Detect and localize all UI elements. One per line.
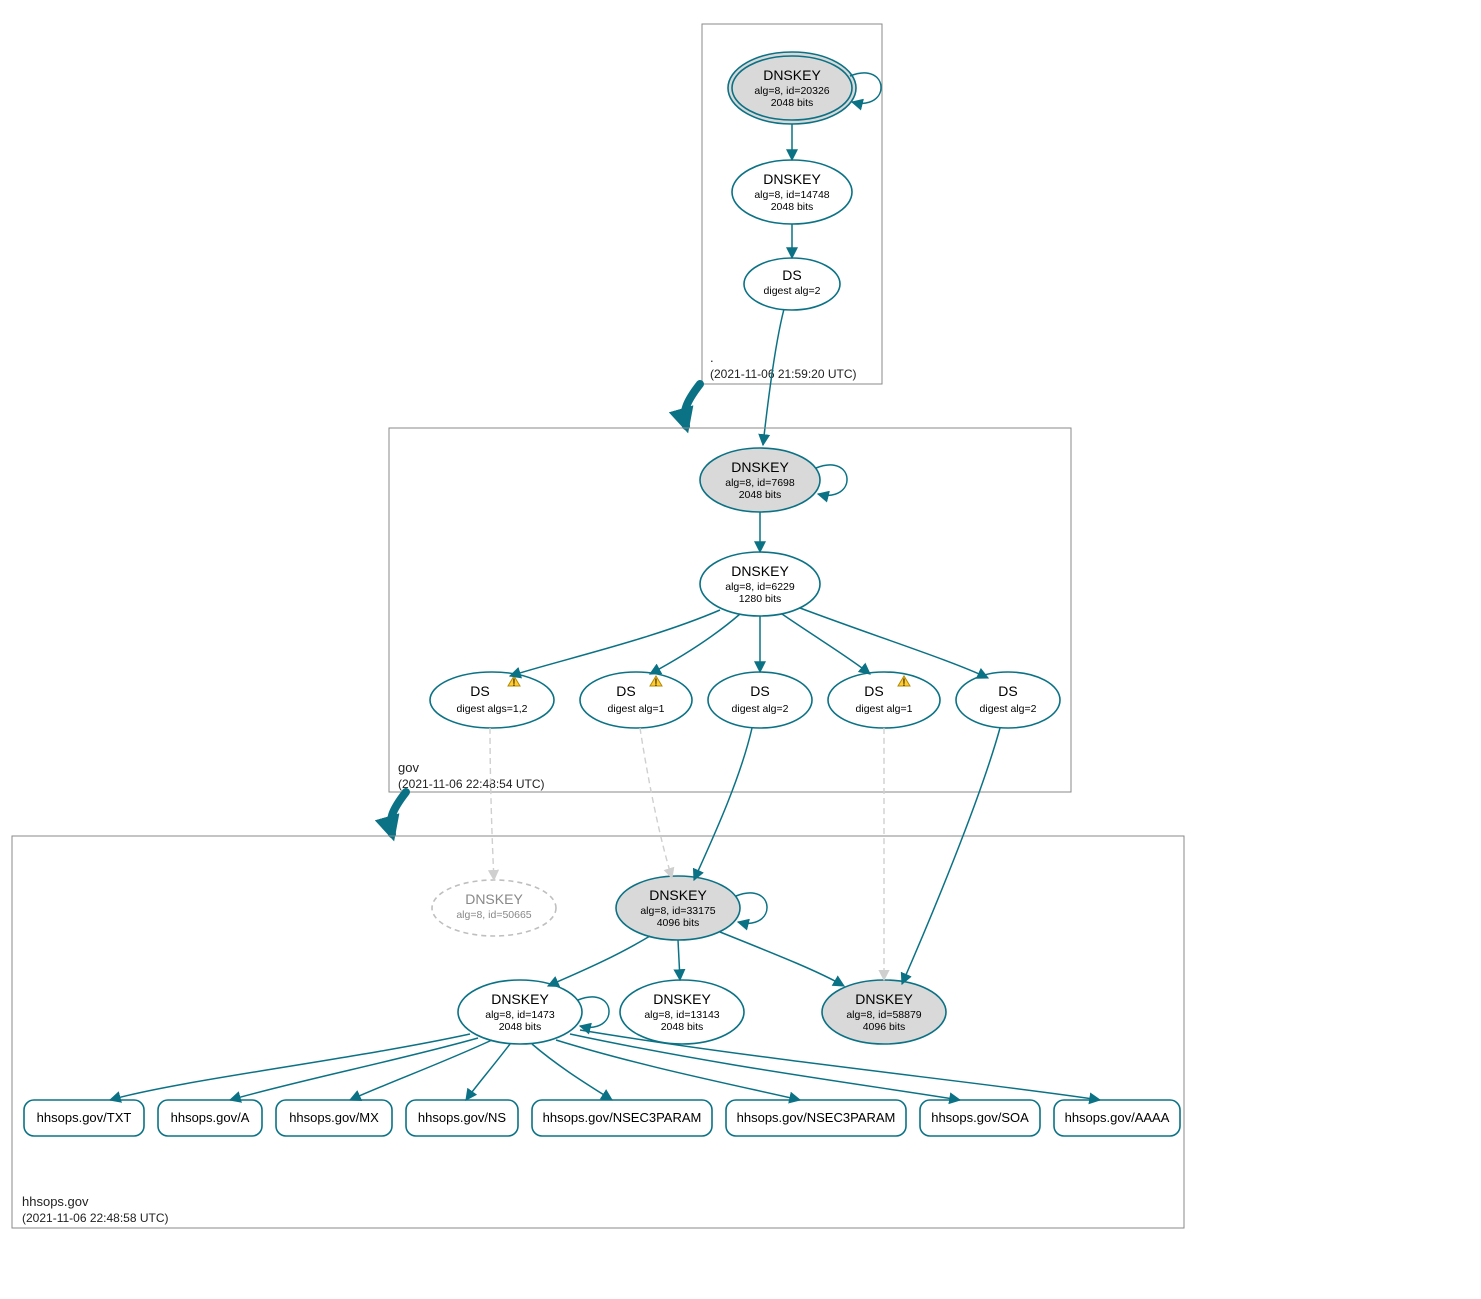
svg-text:DS: DS [998, 683, 1017, 699]
edge-ds2-hhksk [640, 728, 672, 878]
svg-text:alg=8, id=33175: alg=8, id=33175 [640, 905, 715, 917]
dnssec-diagram: . (2021-11-06 21:59:20 UTC) DNSKEY alg=8… [0, 0, 1481, 1299]
node-gov-ksk: DNSKEY alg=8, id=7698 2048 bits [700, 448, 820, 512]
svg-text:DS: DS [782, 267, 801, 283]
node-root-ds: DS digest alg=2 [744, 258, 840, 310]
rr-hhsops-ns: hhsops.gov/NS [406, 1100, 518, 1136]
svg-text:DNSKEY: DNSKEY [491, 991, 549, 1007]
node-gov-ds3: DS digest alg=2 [708, 672, 812, 728]
edge-hhksk-dk3 [720, 932, 844, 986]
node-hh-dnskey-dashed: DNSKEY alg=8, id=50665 [432, 880, 556, 936]
zone-hhsops-label: hhsops.gov [22, 1194, 89, 1209]
svg-text:digest alg=2: digest alg=2 [980, 703, 1037, 715]
rrset-row: hhsops.gov/TXT hhsops.gov/A hhsops.gov/M… [24, 1100, 1180, 1136]
node-root-zsk: DNSKEY alg=8, id=14748 2048 bits [732, 160, 852, 224]
svg-text:DS: DS [750, 683, 769, 699]
svg-text:alg=8, id=58879: alg=8, id=58879 [846, 1009, 921, 1021]
svg-text:hhsops.gov/A: hhsops.gov/A [171, 1110, 250, 1125]
edge-zsk-soa [570, 1034, 960, 1100]
svg-text:digest alg=1: digest alg=1 [608, 703, 665, 715]
rr-hhsops-txt: hhsops.gov/TXT [24, 1100, 144, 1136]
rr-hhsops-mx: hhsops.gov/MX [276, 1100, 392, 1136]
svg-text:hhsops.gov/NSEC3PARAM: hhsops.gov/NSEC3PARAM [543, 1110, 702, 1125]
node-hh-dk3: DNSKEY alg=8, id=58879 4096 bits [822, 980, 946, 1044]
rr-hhsops-nsec3param-2: hhsops.gov/NSEC3PARAM [726, 1100, 906, 1136]
svg-text:alg=8, id=7698: alg=8, id=7698 [725, 477, 795, 489]
svg-text:DNSKEY: DNSKEY [731, 459, 789, 475]
edge-govzsk-ds4 [782, 614, 870, 674]
edge-hhksk-zsk [548, 936, 650, 986]
svg-text:!: ! [654, 677, 658, 689]
svg-text:DS: DS [470, 683, 489, 699]
svg-text:2048 bits: 2048 bits [661, 1021, 704, 1033]
edge-govzsk-ds5 [800, 608, 988, 678]
svg-text:2048 bits: 2048 bits [771, 201, 814, 213]
svg-text:hhsops.gov/MX: hhsops.gov/MX [289, 1110, 379, 1125]
svg-text:alg=8, id=20326: alg=8, id=20326 [754, 85, 829, 97]
svg-text:2048 bits: 2048 bits [739, 489, 782, 501]
svg-text:2048 bits: 2048 bits [771, 97, 814, 109]
rr-hhsops-aaaa: hhsops.gov/AAAA [1054, 1100, 1180, 1136]
svg-text:hhsops.gov/TXT: hhsops.gov/TXT [37, 1110, 132, 1125]
node-hh-dk2: DNSKEY alg=8, id=13143 2048 bits [620, 980, 744, 1044]
svg-text:hhsops.gov/NS: hhsops.gov/NS [418, 1110, 506, 1125]
node-gov-ds1: DS digest algs=1,2 ! [430, 672, 554, 728]
svg-text:digest alg=2: digest alg=2 [732, 703, 789, 715]
svg-text:DNSKEY: DNSKEY [649, 887, 707, 903]
edge-zsk-txt [110, 1034, 470, 1100]
svg-text:DNSKEY: DNSKEY [731, 563, 789, 579]
svg-text:!: ! [902, 677, 906, 689]
svg-text:DS: DS [864, 683, 883, 699]
node-root-ksk: DNSKEY alg=8, id=20326 2048 bits [728, 52, 856, 124]
rr-hhsops-a: hhsops.gov/A [158, 1100, 262, 1136]
zone-hhsops-box [12, 836, 1184, 1228]
zone-gov-label: gov [398, 760, 419, 775]
svg-text:hhsops.gov/NSEC3PARAM: hhsops.gov/NSEC3PARAM [737, 1110, 896, 1125]
node-gov-ds2: DS digest alg=1 ! [580, 672, 692, 728]
node-gov-ds5: DS digest alg=2 [956, 672, 1060, 728]
edge-ds3-hhksk [694, 728, 752, 880]
edge-hhksk-dk2 [678, 940, 680, 980]
edge-govzsk-ds2 [650, 614, 740, 674]
edge-zsk-mx [350, 1040, 492, 1100]
node-hh-ksk: DNSKEY alg=8, id=33175 4096 bits [616, 876, 740, 940]
svg-text:DNSKEY: DNSKEY [855, 991, 913, 1007]
edge-zsk-ns [466, 1044, 510, 1100]
edge-govzsk-ds1 [510, 610, 720, 676]
svg-text:alg=8, id=6229: alg=8, id=6229 [725, 581, 795, 593]
node-hh-zsk: DNSKEY alg=8, id=1473 2048 bits [458, 980, 582, 1044]
svg-text:2048 bits: 2048 bits [499, 1021, 542, 1033]
svg-text:hhsops.gov/SOA: hhsops.gov/SOA [931, 1110, 1029, 1125]
zone-hhsops-time: (2021-11-06 22:48:58 UTC) [22, 1211, 169, 1225]
svg-text:digest alg=1: digest alg=1 [856, 703, 913, 715]
svg-text:DNSKEY: DNSKEY [653, 991, 711, 1007]
svg-text:DNSKEY: DNSKEY [763, 171, 821, 187]
svg-text:hhsops.gov/AAAA: hhsops.gov/AAAA [1065, 1110, 1170, 1125]
svg-text:4096 bits: 4096 bits [863, 1021, 906, 1033]
svg-text:4096 bits: 4096 bits [657, 917, 700, 929]
svg-text:alg=8, id=13143: alg=8, id=13143 [644, 1009, 719, 1021]
edge-ds5-hhdk3 [902, 728, 1000, 984]
edge-zsk-a [230, 1038, 478, 1100]
svg-text:digest algs=1,2: digest algs=1,2 [457, 703, 528, 715]
svg-text:alg=8, id=50665: alg=8, id=50665 [456, 909, 531, 921]
svg-text:1280 bits: 1280 bits [739, 593, 782, 605]
svg-text:!: ! [512, 677, 516, 689]
zone-arrow-gov-hhsops [391, 792, 406, 834]
svg-text:DNSKEY: DNSKEY [763, 67, 821, 83]
svg-text:alg=8, id=1473: alg=8, id=1473 [485, 1009, 555, 1021]
svg-text:DS: DS [616, 683, 635, 699]
zone-arrow-root-gov [685, 384, 700, 426]
svg-text:DNSKEY: DNSKEY [465, 891, 523, 907]
zone-root-time: (2021-11-06 21:59:20 UTC) [710, 367, 857, 381]
zone-gov-time: (2021-11-06 22:48:54 UTC) [398, 777, 545, 791]
zone-root-label: . [710, 350, 714, 365]
node-gov-ds4: DS digest alg=1 ! [828, 672, 940, 728]
rr-hhsops-soa: hhsops.gov/SOA [920, 1100, 1040, 1136]
node-gov-zsk: DNSKEY alg=8, id=6229 1280 bits [700, 552, 820, 616]
edge-ds1-dkdashed [490, 728, 494, 880]
svg-text:alg=8, id=14748: alg=8, id=14748 [754, 189, 829, 201]
svg-text:digest alg=2: digest alg=2 [764, 285, 821, 297]
rr-hhsops-nsec3param-1: hhsops.gov/NSEC3PARAM [532, 1100, 712, 1136]
